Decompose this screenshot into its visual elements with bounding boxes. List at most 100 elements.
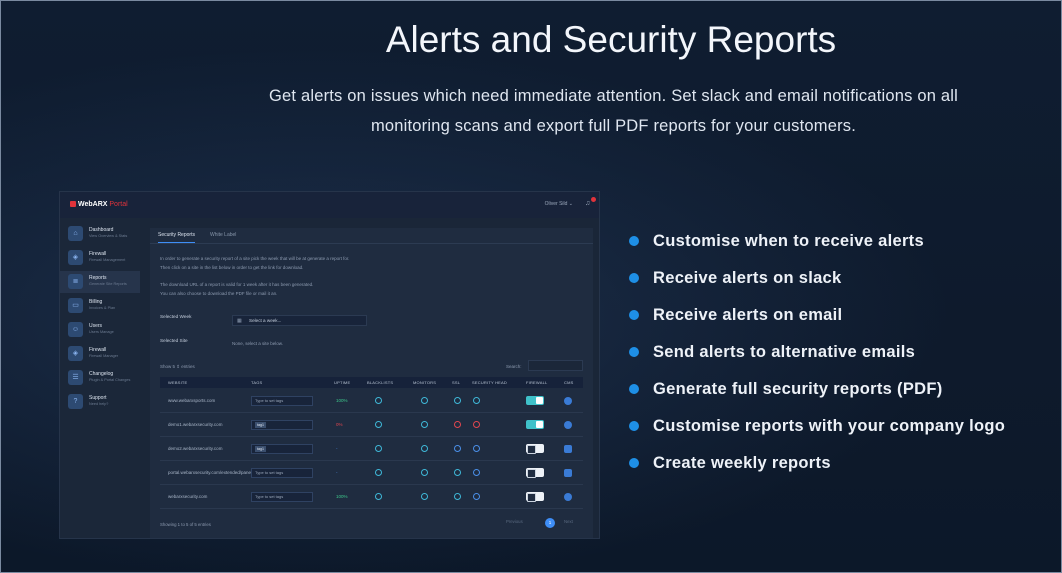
sidebar-item-firewall-manager[interactable]: ◈ Firewall Firewall Manager (60, 343, 140, 365)
reports-panel: Security Reports White Label In order to… (150, 228, 593, 538)
page-1-button[interactable]: 1 (545, 518, 555, 528)
shield-icon: ◈ (68, 346, 83, 361)
app-logo: WebARX Portal (70, 201, 128, 208)
list-icon: ☰ (68, 370, 83, 385)
help-icon: ? (68, 394, 83, 409)
firewall-toggle[interactable] (526, 420, 544, 429)
user-menu[interactable]: Oliver Sild ⌄ (545, 201, 573, 207)
bullet-icon (629, 458, 639, 468)
check-icon (473, 397, 480, 404)
intro-text: The download URL of a report is valid fo… (160, 282, 314, 287)
app-topbar: WebARX Portal Oliver Sild ⌄ ♫ (60, 192, 599, 218)
cloud-icon (564, 445, 572, 453)
feature-item: Receive alerts on slack (629, 266, 1005, 303)
check-icon (375, 493, 382, 500)
tags-input[interactable]: tag1 (251, 420, 313, 430)
check-icon (421, 421, 428, 428)
feature-item: Create weekly reports (629, 451, 1005, 488)
bullet-icon (629, 384, 639, 394)
uptime-value: 100% (336, 398, 348, 403)
check-icon (421, 493, 428, 500)
intro-text: In order to generate a security report o… (160, 256, 350, 261)
selected-site-value: None, select a site below. (232, 341, 284, 346)
error-icon (454, 421, 461, 428)
info-icon (454, 445, 461, 452)
check-icon (454, 469, 461, 476)
intro-text: Then click on a site in the list below i… (160, 265, 304, 270)
firewall-toggle[interactable] (526, 444, 544, 454)
sidebar-item-users[interactable]: ☺ Users Users Manage (60, 319, 140, 341)
tags-input[interactable]: Type to set tags (251, 492, 313, 502)
sidebar: ⌂ Dashboard View Overview & Stats ◈ Fire… (60, 218, 140, 538)
firewall-toggle[interactable] (526, 492, 544, 502)
sidebar-item-support[interactable]: ? Support Need help? (60, 391, 140, 413)
table-header: WEBSITE TAGS UPTIME BLACKLISTS MONITORS … (160, 377, 583, 388)
firewall-toggle[interactable] (526, 396, 544, 405)
home-icon: ⌂ (68, 226, 83, 241)
bullet-icon (629, 236, 639, 246)
check-icon (375, 445, 382, 452)
info-icon (473, 493, 480, 500)
table-row[interactable]: webarxsecurity.com Type to set tags 100% (160, 485, 583, 509)
table-row[interactable]: demo2.webarxsecurity.com tag1 - (160, 437, 583, 461)
feature-item: Generate full security reports (PDF) (629, 377, 1005, 414)
check-icon (421, 445, 428, 452)
sidebar-item-firewall[interactable]: ◈ Firewall Firewall Management (60, 247, 140, 269)
intro-text: You can also choose to download the PDF … (160, 291, 278, 296)
bullet-icon (629, 310, 639, 320)
entries-selector[interactable]: Show 5 ⇕ entries (160, 364, 195, 370)
tags-input[interactable]: tag1 (251, 444, 313, 454)
app-screenshot: WebARX Portal Oliver Sild ⌄ ♫ ⌂ Dashboar… (59, 191, 600, 539)
check-icon (375, 469, 382, 476)
uptime-value: - (336, 470, 338, 475)
table-row[interactable]: portal.webarxsecurity.com/extended/panel… (160, 461, 583, 485)
wordpress-icon (564, 397, 572, 405)
check-icon (421, 469, 428, 476)
check-icon (375, 397, 382, 404)
feature-item: Customise when to receive alerts (629, 229, 1005, 266)
check-icon (454, 397, 461, 404)
tab-bar: Security Reports White Label (150, 228, 593, 244)
bullet-icon (629, 421, 639, 431)
check-icon (421, 397, 428, 404)
feature-item: Customise reports with your company logo (629, 414, 1005, 451)
search-input[interactable] (528, 360, 583, 371)
next-page-button[interactable]: Next (564, 519, 573, 524)
wordpress-icon (564, 421, 572, 429)
sidebar-item-billing[interactable]: ▭ Billing Invoices & Plan (60, 295, 140, 317)
bullet-icon (629, 347, 639, 357)
page-title: Alerts and Security Reports (385, 19, 837, 60)
sidebar-item-dashboard[interactable]: ⌂ Dashboard View Overview & Stats (60, 223, 140, 245)
logo-icon (70, 201, 76, 207)
info-icon (473, 445, 480, 452)
error-icon (473, 421, 480, 428)
uptime-value: - (336, 446, 338, 451)
tags-input[interactable]: Type to set tags (251, 396, 313, 406)
week-picker[interactable]: ▦ Select a week... (232, 315, 367, 326)
selected-site-label: Selected Site (160, 338, 188, 343)
wordpress-icon (564, 493, 572, 501)
tab-white-label[interactable]: White Label (210, 232, 236, 238)
info-icon (473, 469, 480, 476)
check-icon (375, 421, 382, 428)
bullet-icon (629, 273, 639, 283)
sidebar-item-changelog[interactable]: ☰ Changelog Plugin & Portal Changes (60, 367, 140, 389)
sidebar-item-reports[interactable]: ≣ Reports Generate Site Reports (60, 271, 140, 293)
tab-security-reports[interactable]: Security Reports (158, 232, 195, 243)
feature-list: Customise when to receive alerts Receive… (629, 229, 1005, 488)
uptime-value: 0% (336, 422, 343, 427)
card-icon: ▭ (68, 298, 83, 313)
calendar-icon: ▦ (237, 318, 242, 324)
users-icon: ☺ (68, 322, 83, 337)
selected-week-label: Selected Week (160, 314, 192, 319)
feature-item: Receive alerts on email (629, 303, 1005, 340)
shield-icon: ◈ (68, 250, 83, 265)
search-label: Search: (506, 364, 522, 369)
firewall-toggle[interactable] (526, 468, 544, 478)
prev-page-button[interactable]: Previous (506, 519, 523, 524)
report-icon: ≣ (68, 274, 83, 289)
tags-input[interactable]: Type to set tags (251, 468, 313, 478)
table-row[interactable]: demo1.webarxsecurity.com tag1 0% (160, 413, 583, 437)
table-row[interactable]: www.webarxsports.com Type to set tags 10… (160, 389, 583, 413)
cloud-icon (564, 469, 572, 477)
